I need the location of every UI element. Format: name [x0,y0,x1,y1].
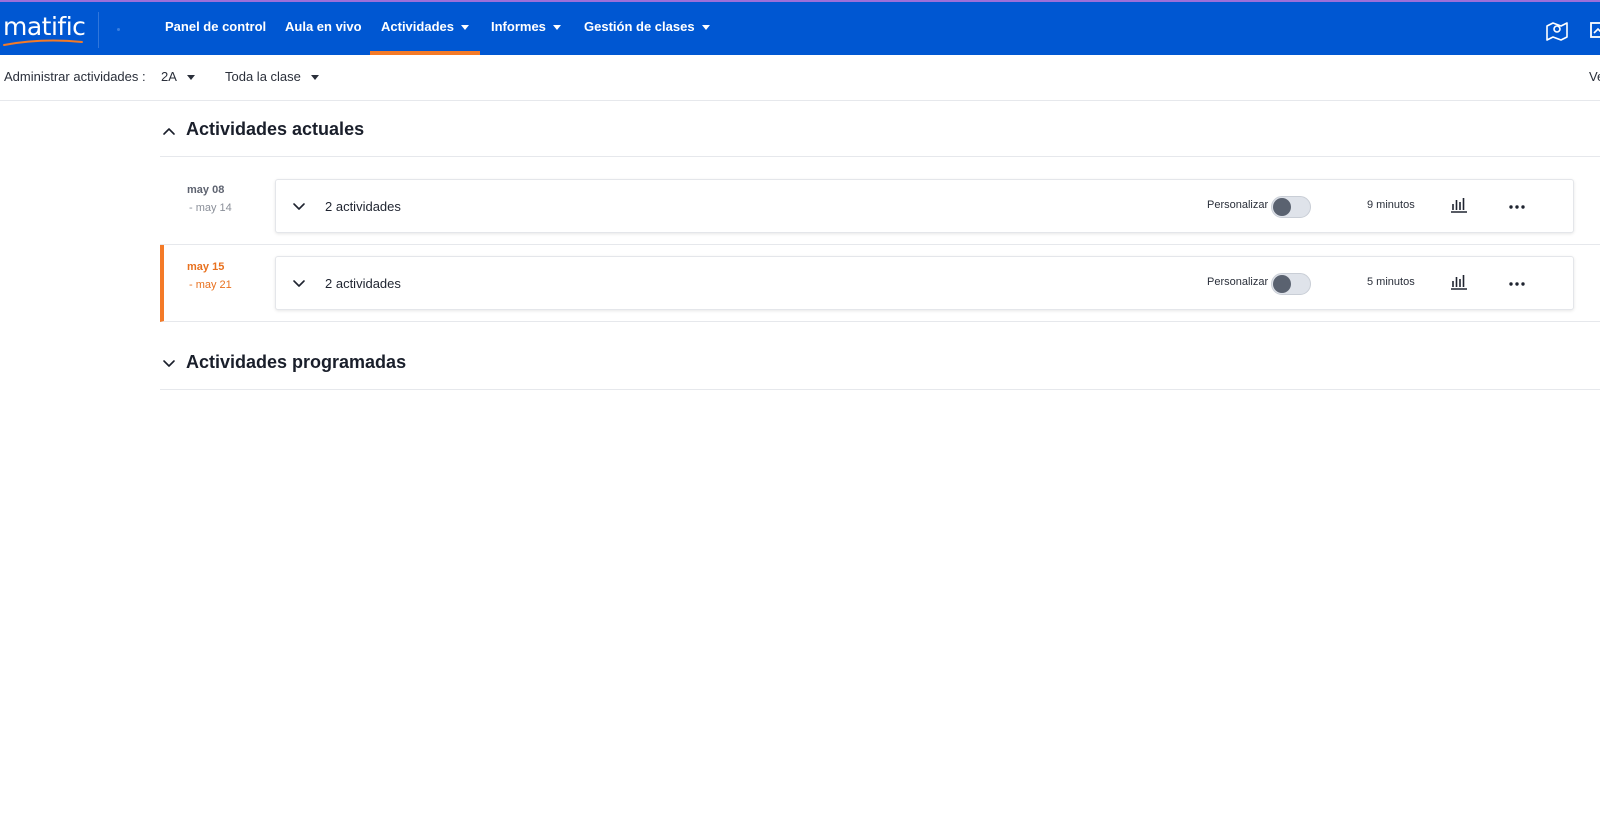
more-options-icon[interactable] [1508,281,1526,287]
activity-week-row: may 15 - may 21 2 actividades Personaliz… [160,245,1600,322]
section-title: Actividades programadas [186,352,407,372]
nav-informes[interactable]: Informes [491,2,561,55]
caret-down-icon [460,25,469,31]
presentation-icon[interactable] [1590,20,1600,42]
activities-toolbar: Administrar actividades : 2A Toda la cla… [0,55,1600,101]
chevron-down-icon[interactable] [292,200,306,214]
scheduled-activities-header[interactable]: Actividades programadas [160,340,1600,390]
nav-gestion-de-clases[interactable]: Gestión de clases [584,2,710,55]
caret-down-icon [310,75,319,81]
logo-swoosh-icon [3,39,83,46]
activity-count: 2 actividades [325,276,401,291]
toggle-knob [1273,275,1291,293]
bar-chart-icon[interactable] [1450,273,1468,291]
activity-week-row: may 08 - may 14 2 actividades Personaliz… [160,168,1600,245]
week-end-date: - may 21 [189,279,232,291]
caret-down-icon [552,25,561,31]
week-end-date: - may 14 [189,202,232,214]
nav-label: Actividades [381,19,454,34]
activity-count: 2 actividades [325,199,401,214]
chevron-down-icon[interactable] [292,277,306,291]
activity-duration: 9 minutos [1367,199,1415,211]
personalize-toggle[interactable] [1271,196,1311,218]
logo-divider [98,12,99,48]
toggle-knob [1273,198,1291,216]
nav-aula-en-vivo[interactable]: Aula en vivo [285,2,362,55]
caret-down-icon [701,25,710,31]
current-activities-header[interactable]: Actividades actuales [160,107,1600,157]
group-select-value: Toda la clase [225,69,301,84]
chevron-up-icon [163,128,175,135]
nav-panel-de-control[interactable]: Panel de control [165,2,266,55]
week-start-date: may 15 [187,261,225,273]
group-select[interactable]: Toda la clase [225,69,319,84]
nav-label: Gestión de clases [584,19,695,34]
manage-activities-label: Administrar actividades : [4,69,146,84]
nav-label: Aula en vivo [285,19,362,34]
nav-label: Panel de control [165,19,267,34]
map-icon[interactable] [1545,20,1569,42]
view-option-link[interactable]: Ve [1589,69,1600,84]
personalize-label: Personalizar [1207,276,1269,288]
week-start-date: may 08 [187,184,225,196]
chevron-down-icon [163,360,175,367]
class-select-value: 2A [161,69,177,84]
top-navigation-bar: matific Panel de control Aula en vivo Ac… [0,0,1600,55]
personalize-label: Personalizar [1207,199,1269,211]
activity-card: 2 actividades Personalizar 9 minutos [275,179,1574,233]
logo-dot [117,28,120,31]
class-select[interactable]: 2A [161,69,195,84]
personalize-toggle[interactable] [1271,273,1311,295]
activity-duration: 5 minutos [1367,276,1415,288]
caret-down-icon [186,75,195,81]
matific-logo[interactable]: matific [2,8,88,48]
more-options-icon[interactable] [1508,204,1526,210]
bar-chart-icon[interactable] [1450,196,1468,214]
activity-card: 2 actividades Personalizar 5 minutos [275,256,1574,310]
section-title: Actividades actuales [186,119,365,139]
nav-actividades[interactable]: Actividades [381,2,469,55]
nav-label: Informes [491,19,546,34]
